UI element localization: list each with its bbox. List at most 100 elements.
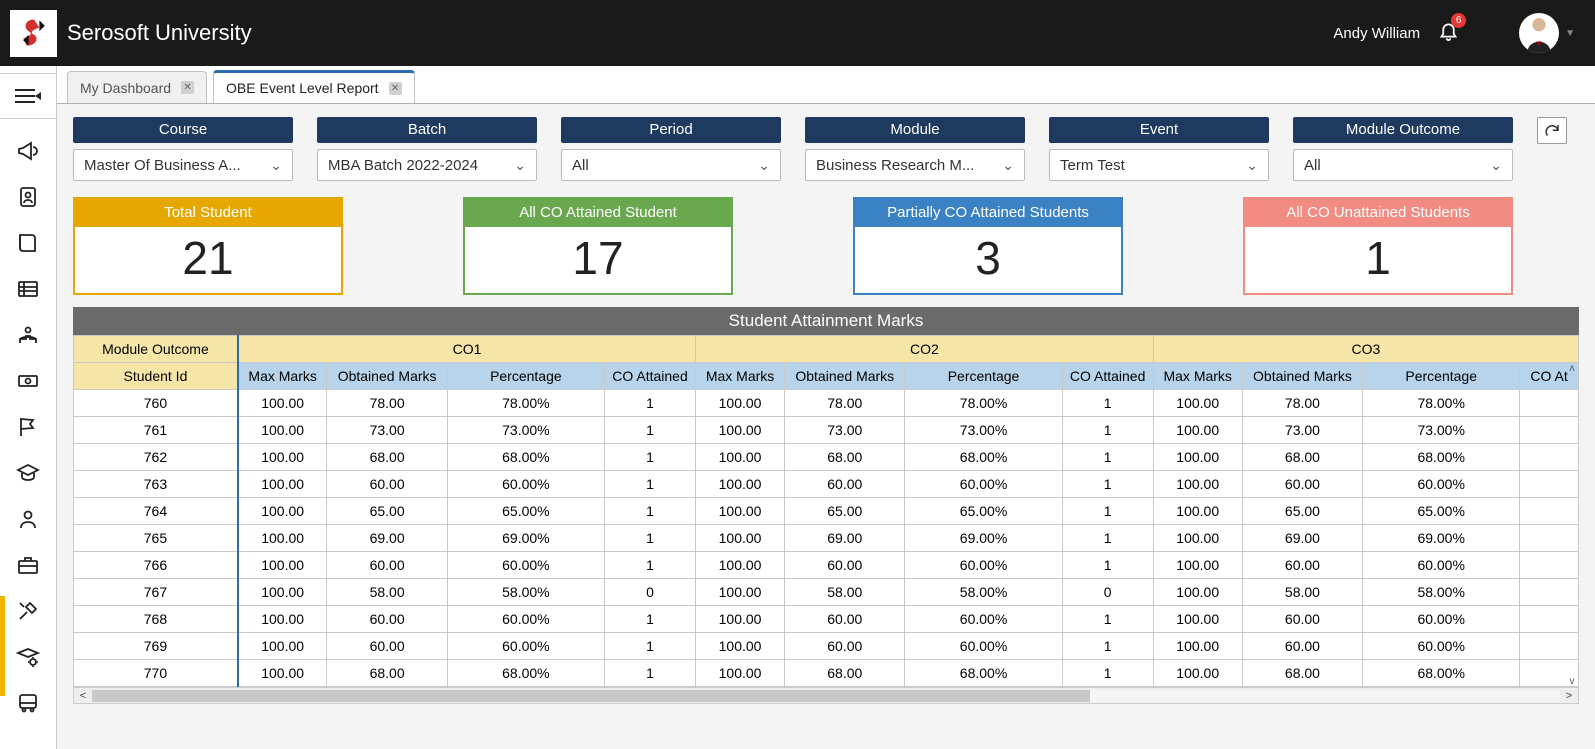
tools-icon[interactable]: [14, 597, 42, 625]
cell-value: 60.00%: [447, 552, 604, 579]
graduate-icon[interactable]: [14, 459, 42, 487]
avatar-icon: [1522, 13, 1556, 53]
cell-value: 100.00: [238, 471, 327, 498]
chevron-down-icon: ⌄: [1246, 157, 1258, 174]
table-row[interactable]: 763100.0060.0060.00%1100.0060.0060.00%11…: [74, 471, 1579, 498]
cell-value: 100.00: [696, 471, 785, 498]
col-header: Max Marks: [696, 363, 785, 390]
list-icon[interactable]: [14, 275, 42, 303]
table-row[interactable]: 766100.0060.0060.00%1100.0060.0060.00%11…: [74, 552, 1579, 579]
course-select[interactable]: Master Of Business A...⌄: [73, 149, 293, 181]
cell-value: 69.00%: [447, 525, 604, 552]
table-row[interactable]: 764100.0065.0065.00%1100.0065.0065.00%11…: [74, 498, 1579, 525]
book-icon[interactable]: [14, 229, 42, 257]
cell-value: 100.00: [1153, 525, 1242, 552]
module-outcome-select[interactable]: All⌄: [1293, 149, 1513, 181]
filter-header-event: Event: [1049, 117, 1269, 143]
kpi-label: Partially CO Attained Students: [855, 199, 1121, 227]
horizontal-scrollbar[interactable]: < >: [73, 688, 1579, 704]
notifications-button[interactable]: 6: [1438, 20, 1459, 46]
event-select[interactable]: Term Test⌄: [1049, 149, 1269, 181]
filters-row: Course Master Of Business A...⌄ Batch MB…: [57, 104, 1595, 191]
cell-value: 100.00: [696, 498, 785, 525]
cell-value: 100.00: [238, 579, 327, 606]
col-header: CO Attained: [604, 363, 695, 390]
cell-student-id: 760: [74, 390, 238, 417]
cell-value: 1: [604, 390, 695, 417]
sidebar-toggle[interactable]: [0, 73, 56, 119]
bus-icon[interactable]: [14, 689, 42, 717]
cell-value: 100.00: [696, 444, 785, 471]
col-module-outcome: Module Outcome: [74, 336, 238, 363]
user-avatar[interactable]: [1519, 13, 1559, 53]
table-row[interactable]: 765100.0069.0069.00%1100.0069.0069.00%11…: [74, 525, 1579, 552]
cell-value: 68.00%: [1363, 444, 1520, 471]
cell-value: 60.00%: [447, 633, 604, 660]
scroll-up-icon[interactable]: ʌ: [1570, 363, 1575, 374]
briefcase-icon[interactable]: [14, 551, 42, 579]
tab-obe-event-report[interactable]: OBE Event Level Report ✕: [213, 70, 415, 103]
table-row[interactable]: 768100.0060.0060.00%1100.0060.0060.00%11…: [74, 606, 1579, 633]
scroll-down-icon[interactable]: v: [1570, 676, 1575, 687]
col-header: Percentage: [1363, 363, 1520, 390]
col-header: Obtained Marks: [1242, 363, 1362, 390]
cell-value: 68.00: [785, 660, 905, 687]
cell-value: 100.00: [696, 660, 785, 687]
vertical-scrollbar[interactable]: ʌv: [1563, 363, 1581, 687]
refresh-button[interactable]: [1537, 117, 1567, 144]
reader-icon[interactable]: [14, 321, 42, 349]
cell-value: 60.00%: [1363, 633, 1520, 660]
cell-value: 100.00: [1153, 633, 1242, 660]
cell-value: 68.00%: [905, 660, 1062, 687]
cell-value: 68.00%: [905, 444, 1062, 471]
kpi-row: Total Student 21 All CO Attained Student…: [57, 191, 1595, 307]
kpi-partially-co-attained: Partially CO Attained Students 3: [853, 197, 1123, 295]
cell-value: 100.00: [696, 579, 785, 606]
cell-value: 78.00%: [905, 390, 1062, 417]
cell-value: 65.00: [785, 498, 905, 525]
period-select[interactable]: All⌄: [561, 149, 781, 181]
cell-value: 0: [604, 579, 695, 606]
kpi-total-student: Total Student 21: [73, 197, 343, 295]
cash-icon[interactable]: [14, 367, 42, 395]
scroll-thumb[interactable]: [92, 690, 1090, 702]
cell-student-id: 768: [74, 606, 238, 633]
cell-value: 65.00: [327, 498, 447, 525]
table-row[interactable]: 761100.0073.0073.00%1100.0073.0073.00%11…: [74, 417, 1579, 444]
cell-value: 73.00: [327, 417, 447, 444]
cell-value: 100.00: [696, 633, 785, 660]
cell-value: 100.00: [238, 444, 327, 471]
table-row[interactable]: 762100.0068.0068.00%1100.0068.0068.00%11…: [74, 444, 1579, 471]
cell-value: 60.00%: [447, 471, 604, 498]
tab-my-dashboard[interactable]: My Dashboard ✕: [67, 71, 207, 103]
person-icon[interactable]: [14, 505, 42, 533]
cell-value: 60.00%: [905, 633, 1062, 660]
cell-student-id: 770: [74, 660, 238, 687]
notification-count-badge: 6: [1451, 13, 1466, 28]
cell-value: 60.00%: [1363, 471, 1520, 498]
table-row[interactable]: 760100.0078.0078.00%1100.0078.0078.00%11…: [74, 390, 1579, 417]
table-row[interactable]: 770100.0068.0068.00%1100.0068.0068.00%11…: [74, 660, 1579, 687]
cell-value: 58.00: [1242, 579, 1362, 606]
table-row[interactable]: 769100.0060.0060.00%1100.0060.0060.00%11…: [74, 633, 1579, 660]
scroll-track[interactable]: [92, 690, 1560, 702]
close-icon[interactable]: ✕: [181, 81, 194, 94]
module-select[interactable]: Business Research M...⌄: [805, 149, 1025, 181]
user-name: Andy William: [1333, 25, 1420, 42]
filter-header-course: Course: [73, 117, 293, 143]
close-icon[interactable]: ✕: [389, 82, 402, 95]
scroll-right-icon[interactable]: >: [1560, 690, 1578, 702]
cell-value: 100.00: [696, 606, 785, 633]
id-card-icon[interactable]: [14, 183, 42, 211]
app-logo[interactable]: [10, 10, 57, 57]
flag-icon[interactable]: [14, 413, 42, 441]
cell-value: 78.00%: [1363, 390, 1520, 417]
announcement-icon[interactable]: [14, 137, 42, 165]
batch-select[interactable]: MBA Batch 2022-2024⌄: [317, 149, 537, 181]
cell-value: 60.00: [785, 606, 905, 633]
user-menu-chevron-icon[interactable]: ▼: [1565, 28, 1575, 39]
cell-value: 60.00: [327, 606, 447, 633]
table-row[interactable]: 767100.0058.0058.00%0100.0058.0058.00%01…: [74, 579, 1579, 606]
scroll-left-icon[interactable]: <: [74, 690, 92, 702]
cap-gear-icon[interactable]: [14, 643, 42, 671]
